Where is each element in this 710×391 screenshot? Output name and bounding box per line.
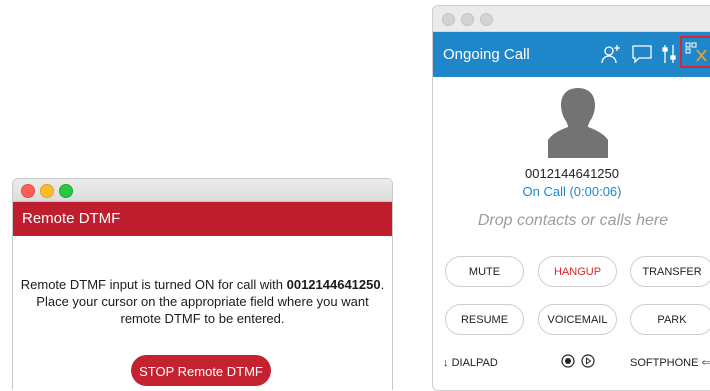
- call-status: On Call (0:00:06): [522, 184, 622, 199]
- zoom-window-button[interactable]: [59, 184, 73, 198]
- dialpad-close-icon[interactable]: [680, 36, 710, 68]
- mute-button[interactable]: MUTE: [445, 256, 524, 287]
- softphone-toggle[interactable]: SOFTPHONE ⟺: [630, 356, 710, 370]
- remote-dtmf-window: Remote DTMF Remote DTMF input is turned …: [12, 178, 393, 390]
- voicemail-button[interactable]: VOICEMAIL: [538, 304, 617, 335]
- zoom-window-button[interactable]: [480, 13, 493, 26]
- dtmf-title: Remote DTMF: [22, 210, 121, 227]
- chat-icon[interactable]: [630, 42, 654, 66]
- park-button[interactable]: PARK: [630, 304, 710, 335]
- stop-remote-dtmf-button[interactable]: STOP Remote DTMF: [131, 355, 271, 386]
- call-title: Ongoing Call: [443, 46, 530, 63]
- close-window-button[interactable]: [442, 13, 455, 26]
- softphone-label: SOFTPHONE: [630, 357, 699, 369]
- window-titlebar[interactable]: [13, 179, 392, 202]
- ongoing-call-window: Ongoing Call 0012144641250 On Call (0:00…: [432, 5, 710, 391]
- dtmf-message-prefix: Remote DTMF input is turned ON for call …: [20, 277, 287, 292]
- resume-button[interactable]: RESUME: [445, 304, 524, 335]
- close-window-button[interactable]: [21, 184, 35, 198]
- play-icon[interactable]: [581, 354, 595, 372]
- caller-number: 0012144641250: [525, 166, 619, 181]
- dialpad-toggle[interactable]: ↓ DIALPAD: [443, 356, 498, 370]
- transfer-button[interactable]: TRANSFER: [630, 256, 710, 287]
- minimize-window-button[interactable]: [461, 13, 474, 26]
- hangup-button[interactable]: HANGUP: [538, 256, 617, 287]
- record-icon[interactable]: [561, 354, 575, 372]
- arrow-down-icon: ↓: [443, 357, 449, 369]
- add-contact-icon[interactable]: [600, 42, 624, 66]
- dtmf-message-number: 0012144641250: [286, 277, 381, 292]
- dtmf-message: Remote DTMF input is turned ON for call …: [19, 276, 386, 327]
- media-controls: [561, 354, 595, 372]
- call-header: Ongoing Call: [433, 32, 710, 77]
- dtmf-header: Remote DTMF: [13, 202, 392, 236]
- drop-zone[interactable]: Drop contacts or calls here: [433, 212, 710, 230]
- swap-arrows-icon: ⟺: [702, 357, 710, 369]
- audio-settings-icon[interactable]: [657, 42, 681, 66]
- minimize-window-button[interactable]: [40, 184, 54, 198]
- window-titlebar[interactable]: [433, 6, 710, 32]
- avatar: [548, 86, 608, 158]
- dialpad-label: DIALPAD: [451, 357, 498, 369]
